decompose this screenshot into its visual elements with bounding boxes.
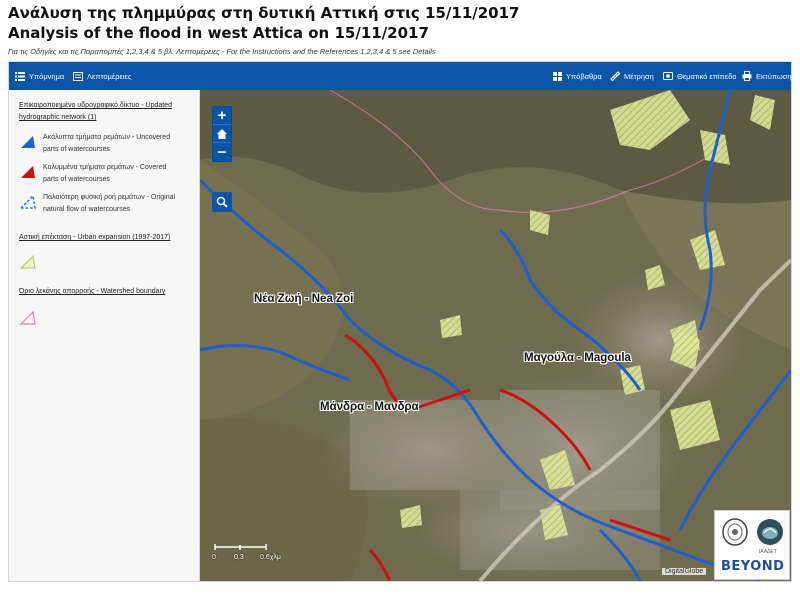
details-button[interactable]: Λεπτομέρειες bbox=[73, 62, 131, 90]
map-app-frame: Υπόμνημα Λεπτομέρειες Υπόβαθρα Μέτρηση Θ… bbox=[8, 61, 792, 582]
page-title-greek: Ανάλυση της πλημμύρας στη δυτική Αττική … bbox=[8, 4, 520, 22]
thematic-layer-button[interactable]: Θεματικό επίπεδο bbox=[663, 62, 736, 90]
ruler-icon bbox=[610, 71, 620, 81]
map-search-button[interactable] bbox=[212, 192, 232, 212]
legend-button[interactable]: Υπόμνημα bbox=[15, 62, 64, 90]
original-flow-icon bbox=[19, 194, 36, 209]
list-icon bbox=[15, 71, 25, 81]
details-button-label: Λεπτομέρειες bbox=[87, 71, 132, 81]
iaadet-label: ΙΑΑΔΕΤ bbox=[759, 549, 777, 555]
page-title-english: Analysis of the flood in west Attica on … bbox=[8, 24, 429, 42]
legend-item-label: Ακάλυπτα τμήματα ρεμάτων - Uncovered par… bbox=[43, 134, 171, 153]
legend-item-watershed bbox=[19, 308, 199, 326]
page-header: Ανάλυση της πλημμύρας στη δυτική Αττική … bbox=[8, 3, 792, 56]
details-icon bbox=[73, 71, 83, 81]
thematic-layer-label: Θεματικό επίπεδο bbox=[677, 71, 737, 81]
urban-expansion-icon bbox=[19, 254, 36, 269]
legend-item-original-flow: Παλαιότερη φυσική ροή ρεμάτων - Original… bbox=[19, 192, 199, 216]
iaadet-emblem-icon bbox=[757, 519, 783, 545]
scale-label-0: 0 bbox=[212, 554, 216, 561]
zoom-controls: + − bbox=[212, 106, 232, 162]
legend-item-covered: Καλυμμένα τμήματα ρεμάτων - Covered part… bbox=[19, 162, 199, 186]
uncovered-watercourse-icon bbox=[21, 136, 35, 148]
measure-button[interactable]: Μέτρηση bbox=[610, 62, 654, 90]
beyond-logo-text: BEYOND bbox=[721, 559, 785, 574]
print-button[interactable]: Εκτύπωση bbox=[742, 62, 792, 90]
home-button[interactable] bbox=[213, 125, 231, 143]
home-icon bbox=[217, 128, 227, 139]
legend-item-label: Καλυμμένα τμήματα ρεμάτων - Covered part… bbox=[43, 164, 167, 183]
zoom-out-button[interactable]: − bbox=[213, 143, 231, 161]
basemap-button[interactable]: Υπόβαθρα bbox=[553, 62, 602, 90]
institution-seal-icon bbox=[722, 518, 748, 546]
place-label-nea-zoi: Νέα Ζωή - Nea Zoi bbox=[254, 293, 354, 305]
legend-watershed-title: Όριο λεκάνης απορροής - Watershed bounda… bbox=[19, 288, 166, 295]
watershed-boundary-icon bbox=[19, 310, 36, 325]
place-label-mandra: Μάνδρα - Μανδρα bbox=[320, 401, 419, 413]
scale-label-1: 0.3 bbox=[234, 554, 244, 561]
grid-icon bbox=[553, 71, 562, 81]
beyond-logo: ΙΑΑΔΕΤ BEYOND bbox=[714, 510, 790, 580]
zoom-in-button[interactable]: + bbox=[213, 107, 231, 125]
scale-label-2: 0.6χλμ bbox=[260, 554, 281, 561]
app-toolbar: Υπόμνημα Λεπτομέρειες Υπόβαθρα Μέτρηση Θ… bbox=[9, 62, 792, 90]
legend-urban-title: Αστική επέκταση - Urban expansion (1997-… bbox=[19, 234, 171, 241]
legend-button-label: Υπόμνημα bbox=[29, 71, 65, 81]
legend-hydro-title: Επικαιροποιημένο υδρογραφικό δίκτυο - Up… bbox=[19, 102, 173, 121]
legend-item-uncovered: Ακάλυπτα τμήματα ρεμάτων - Uncovered par… bbox=[19, 132, 199, 156]
map-attribution: DigitalGlobe bbox=[662, 568, 707, 575]
scale-ticks bbox=[214, 544, 267, 550]
search-icon bbox=[216, 196, 228, 208]
basemap-button-label: Υπόβαθρα bbox=[566, 71, 602, 81]
measure-button-label: Μέτρηση bbox=[624, 71, 654, 81]
satellite-imagery bbox=[200, 90, 791, 581]
layers-icon bbox=[663, 72, 673, 80]
map-view[interactable]: + − Νέα Ζωή - Nea Zoi Μαγούλα - Magoula … bbox=[200, 90, 791, 581]
print-button-label: Εκτύπωση bbox=[756, 71, 792, 81]
legend-item-urban bbox=[19, 252, 199, 270]
page-subtitle: Για τις Οδηγίες και τις Παραπομπές 1,2,3… bbox=[8, 47, 436, 56]
printer-icon bbox=[742, 71, 752, 81]
scale-bar: 0 0.3 0.6χλμ bbox=[212, 542, 334, 568]
legend-item-label: Παλαιότερη φυσική ροή ρεμάτων - Original… bbox=[43, 194, 176, 213]
covered-watercourse-icon bbox=[21, 166, 35, 178]
legend-panel: Επικαιροποιημένο υδρογραφικό δίκτυο - Up… bbox=[9, 90, 200, 581]
place-label-magoula: Μαγούλα - Magoula bbox=[524, 352, 631, 364]
